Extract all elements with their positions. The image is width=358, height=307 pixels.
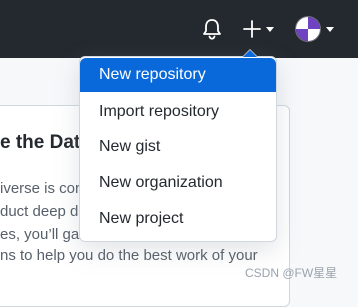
menu-item-new-organization[interactable]: New organization — [80, 166, 276, 200]
card-title: e the Dat — [0, 132, 81, 153]
bell-icon[interactable] — [201, 17, 223, 41]
menu-item-import-repository[interactable]: Import repository — [80, 95, 276, 129]
plus-icon[interactable] — [242, 17, 262, 41]
menu-item-new-project[interactable]: New project — [80, 202, 276, 236]
avatar[interactable] — [296, 17, 320, 41]
card-text-line: iverse is cor — [0, 180, 81, 197]
header-bar — [0, 0, 358, 58]
menu-item-new-repository[interactable]: New repository — [80, 58, 276, 92]
watermark: CSDN @FW星星 — [245, 266, 338, 280]
card-text-line: duct deep di — [0, 203, 82, 220]
card-text-line: ns to help you do the best work of your — [0, 247, 258, 264]
menu-item-new-gist[interactable]: New gist — [80, 130, 276, 164]
create-new-dropdown: New repository Import repository New gis… — [79, 49, 277, 242]
chevron-down-icon[interactable] — [266, 27, 274, 32]
card-text-line: es, you’ll gat — [0, 226, 84, 243]
avatar-chevron-down-icon[interactable] — [326, 27, 334, 32]
